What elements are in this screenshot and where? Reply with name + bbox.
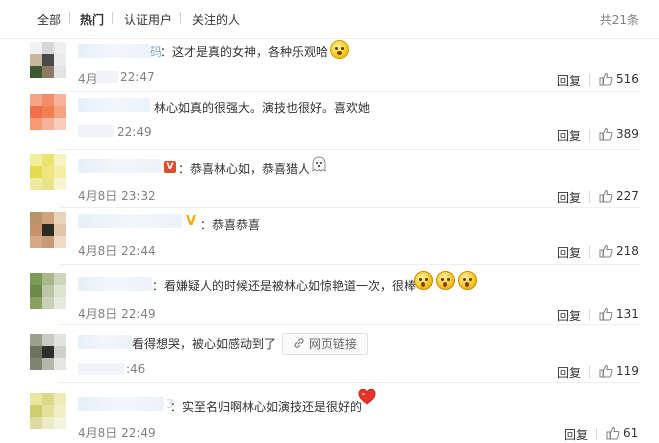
total-comment-count: 共21条 <box>599 13 639 27</box>
action-divider <box>596 428 597 440</box>
comment-time: :46 <box>126 362 146 376</box>
comment-item: V ：恭喜恭喜 4月8日 22:44 回复 218 <box>0 208 659 265</box>
avatar[interactable] <box>30 212 66 248</box>
action-divider <box>589 129 590 141</box>
comment-text: ：这才是真的女神，各种乐观哈 <box>160 45 329 59</box>
username[interactable] <box>78 277 152 291</box>
username[interactable] <box>78 214 182 228</box>
thumbs-up-icon <box>599 364 613 378</box>
action-divider <box>589 74 590 86</box>
username[interactable] <box>78 397 164 411</box>
action-divider <box>589 246 590 258</box>
shocked-emoji-icon <box>414 271 433 290</box>
reply-button[interactable]: 回复 <box>557 127 581 144</box>
reply-button[interactable]: 回复 <box>557 307 581 324</box>
like-count: 389 <box>616 127 639 141</box>
tab-divider <box>69 12 70 24</box>
reply-button[interactable]: 回复 <box>557 244 581 261</box>
like-count: 516 <box>616 72 639 86</box>
username[interactable] <box>78 98 150 112</box>
comment-item: V ：恭喜林心如，恭喜猎人 4月8日 23:32 回复 227 <box>0 150 659 208</box>
comment-text: 林心如真的很强大。演技也很好。喜欢她 <box>154 101 371 115</box>
username[interactable] <box>78 44 150 58</box>
like-count: 61 <box>623 426 639 440</box>
vip-badge-icon: V <box>164 161 176 173</box>
web-link-card[interactable]: 网页链接 <box>282 333 368 355</box>
thumbs-up-icon <box>599 244 613 258</box>
tab-divider <box>180 12 181 24</box>
thumbs-up-icon <box>599 189 613 203</box>
comment-time: 4月8日 22:49 <box>78 426 156 440</box>
comment-time: 4月8日 23:32 <box>78 189 156 203</box>
avatar[interactable] <box>30 42 66 78</box>
comment-text: ：恭喜林心如，恭喜猎人 <box>178 162 311 176</box>
comment-item: 码 ：这才是真的女神，各种乐观哈 4月 22:47 回复 516 <box>0 38 659 92</box>
shocked-emoji-icon <box>458 271 477 290</box>
ghost-emoji-icon <box>312 156 326 172</box>
reply-button[interactable]: 回复 <box>557 364 581 381</box>
thumbs-up-icon <box>606 426 620 440</box>
comment-text: ：看嫌疑人的时候还是被林心如惊艳道一次，很棒 <box>152 279 417 293</box>
comment-text: 看得想哭，被心如感动到了 <box>132 337 277 351</box>
comment-filter-bar: 全部 热门 认证用户 关注的人 共21条 <box>0 0 659 39</box>
like-count: 119 <box>616 364 639 378</box>
reply-button[interactable]: 回复 <box>557 72 581 89</box>
thumbs-up-icon <box>599 307 613 321</box>
comment-item: 林心如真的很强大。演技也很好。喜欢她 22:49 回复 389 <box>0 92 659 150</box>
time-blur <box>78 125 114 137</box>
comment-item: 看得想哭，被心如感动到了 网页链接 :46 回复 119 <box>0 325 659 383</box>
shocked-emoji-icon <box>436 271 455 290</box>
verified-v-icon: V <box>186 214 197 229</box>
avatar[interactable] <box>30 273 66 309</box>
thumbs-up-icon <box>599 127 613 141</box>
web-link-label: 网页链接 <box>308 337 357 351</box>
thumbs-up-icon <box>599 72 613 86</box>
comment-item: 3 ：实至名归啊林心如演技还是很好的 4月8日 22:49 回复 61 <box>0 383 659 443</box>
like-count: 131 <box>616 307 639 321</box>
reply-button[interactable]: 回复 <box>557 189 581 206</box>
action-divider <box>589 191 590 203</box>
comment-date: 4月 <box>78 72 98 86</box>
comment-text: ：实至名归啊林心如演技还是很好的 <box>170 400 363 414</box>
username[interactable] <box>78 159 160 173</box>
link-icon <box>294 338 304 348</box>
comment-time: 4月8日 22:44 <box>78 244 156 258</box>
tab-verified-users[interactable]: 认证用户 <box>124 11 172 28</box>
avatar[interactable] <box>30 94 66 130</box>
tab-all[interactable]: 全部 <box>37 11 61 28</box>
time-blur <box>78 363 124 375</box>
tab-following[interactable]: 关注的人 <box>192 11 240 28</box>
smile-emoji-icon <box>330 40 349 59</box>
avatar[interactable] <box>30 334 66 370</box>
reply-button[interactable]: 回复 <box>564 426 588 443</box>
comment-text: ：恭喜恭喜 <box>200 218 261 232</box>
avatar[interactable] <box>30 154 66 190</box>
action-divider <box>589 366 590 378</box>
action-divider <box>589 309 590 321</box>
comment-time: 22:49 <box>117 125 152 139</box>
avatar[interactable] <box>30 393 66 429</box>
comment-time: 4月8日 22:49 <box>78 307 156 321</box>
username[interactable] <box>78 335 132 349</box>
tab-hot[interactable]: 热门 <box>80 11 104 28</box>
heart-emoji-icon <box>358 389 376 405</box>
comment-item: ：看嫌疑人的时候还是被林心如惊艳道一次，很棒 4月8日 22:49 回复 131 <box>0 265 659 325</box>
like-count: 218 <box>616 244 639 258</box>
comment-time: 22:47 <box>120 70 155 84</box>
like-count: 227 <box>616 189 639 203</box>
tab-divider <box>112 12 113 24</box>
time-blur <box>96 71 118 83</box>
